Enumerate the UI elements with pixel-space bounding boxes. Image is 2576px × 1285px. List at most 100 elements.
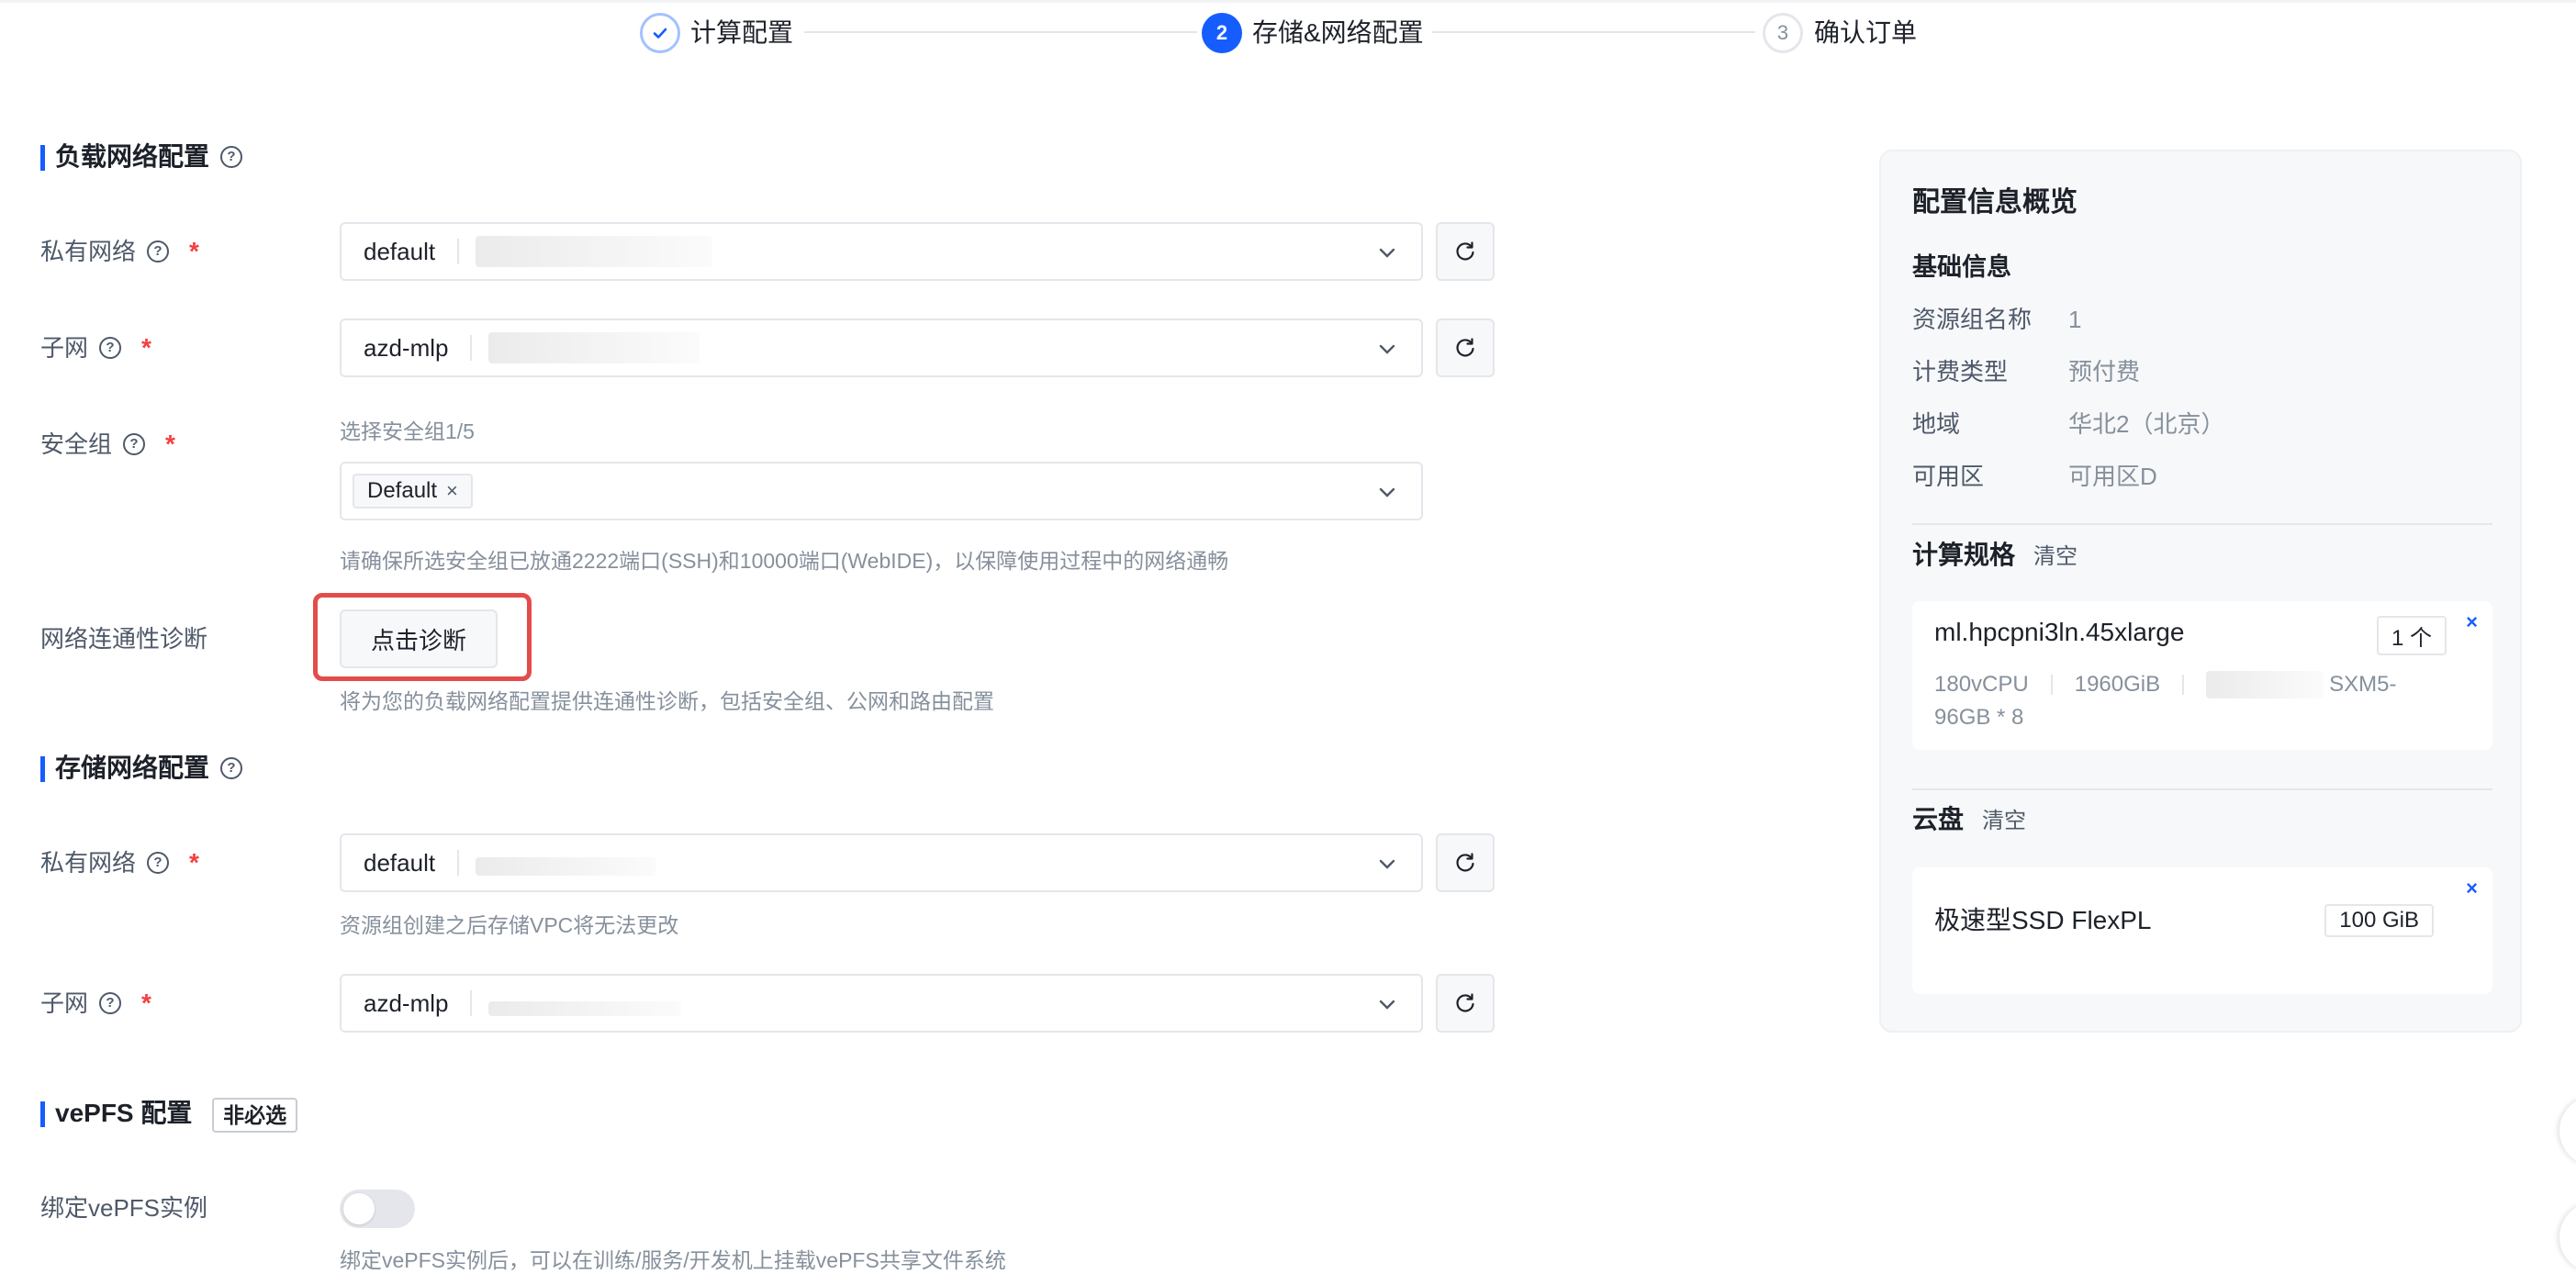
section-title-text: vePFS 配置 [55,1099,193,1127]
section-title-vepfs: vePFS 配置 非必选 [55,1095,298,1133]
redacted-subnet-id [488,332,700,363]
compute-spec-details: 180vCPU 1960GiB SXM5- [1934,669,2396,700]
help-circle-icon[interactable]: ? [220,146,243,168]
basic-info-title: 基础信息 [1912,253,2011,281]
security-group-tag: Default × [353,474,473,508]
section-accent-bar [40,1101,45,1127]
section-title-load-network: 负载网络配置 ? [55,139,243,175]
help-circle-icon[interactable]: ? [99,992,122,1014]
required-mark: * [189,848,199,877]
floating-side-button[interactable] [2559,1202,2576,1272]
help-circle-icon[interactable]: ? [147,240,170,263]
help-circle-icon[interactable]: ? [220,757,243,779]
redacted-subnet-id [488,1001,682,1016]
section-accent-bar [40,145,45,171]
step-2-index: 2 [1202,13,1242,53]
vpc-refresh-button[interactable] [1436,222,1495,281]
basic-key-billing: 计费类型 [1912,358,2009,386]
bind-vepfs-toggle[interactable] [340,1190,415,1228]
redacted-gpu-model [2206,671,2324,698]
value-separator [470,335,473,361]
label-text: 子网 [40,989,89,1017]
subnet-select-value: azd-mlp [364,333,449,362]
help-circle-icon[interactable]: ? [99,337,122,359]
storage-subnet-select[interactable]: azd-mlp [340,974,1423,1033]
storage-vpc-value: default [364,848,436,877]
field-label-storage-subnet: 子网 ? * [40,985,151,1022]
help-circle-icon[interactable]: ? [147,852,170,874]
compute-spec-name: ml.hpcpni3ln.45xlarge [1934,618,2185,646]
basic-value-name: 1 [2068,306,2082,333]
label-text: 私有网络 [40,849,137,877]
storage-vpc-hint: 资源组创建之后存储VPC将无法更改 [340,913,679,937]
basic-key-zone: 可用区 [1912,463,1985,490]
disk-size[interactable]: 100 GiB [2324,904,2434,937]
compute-clear-link[interactable]: 清空 [2033,544,2078,569]
compute-count[interactable]: 1 个 [2376,616,2447,655]
chevron-down-icon [1379,344,1395,354]
value-separator [457,239,460,264]
subnet-select[interactable]: azd-mlp [340,318,1423,377]
vpc-select-value: default [364,237,436,265]
toggle-knob [343,1193,375,1224]
step-3-label[interactable]: 确认订单 [1814,15,1917,51]
field-label-vpc: 私有网络 ? * [40,233,199,270]
vepfs-hint: 绑定vePFS实例后，可以在训练/服务/开发机上挂载vePFS共享文件系统 [340,1248,1006,1272]
diagnosis-hint: 将为您的负载网络配置提供连通性诊断，包括安全组、公网和路由配置 [340,689,994,713]
step-1-label[interactable]: 计算配置 [690,15,793,51]
value-separator [457,850,460,876]
subnet-refresh-button[interactable] [1436,318,1495,377]
highlight-annotation [313,593,532,681]
disk-type: 极速型SSD FlexPL [1934,906,2152,934]
label-text: 安全组 [40,430,113,458]
required-mark: * [141,333,151,362]
value-separator [470,990,473,1016]
section-accent-bar [40,756,45,782]
close-icon[interactable]: × [2466,877,2478,900]
basic-key-region: 地域 [1912,410,1961,438]
step-2-label[interactable]: 存储&网络配置 [1252,15,1424,51]
summary-title: 配置信息概览 [1912,187,2078,218]
label-text: 网络连通性诊断 [40,625,208,653]
storage-vpc-select[interactable]: default [340,833,1423,892]
label-text: 私有网络 [40,238,137,265]
required-mark: * [141,989,151,1017]
close-icon[interactable]: × [446,479,458,503]
divider [1912,788,2492,790]
disk-header: 云盘 清空 [1912,801,2026,840]
step-1-done-icon [640,13,680,53]
disk-clear-link[interactable]: 清空 [1982,809,2026,833]
security-group-hint: 请确保所选安全组已放通2222端口(SSH)和10000端口(WebIDE)，以… [340,549,1229,573]
compute-spec-card: ml.hpcpni3ln.45xlarge 1 个 × 180vCPU 1960… [1912,601,2492,750]
optional-badge: 非必选 [212,1097,298,1133]
redacted-vpc-id [476,236,713,267]
label-text: 绑定vePFS实例 [40,1194,208,1222]
chevron-down-icon [1379,1000,1395,1010]
gpu-line2: 96GB * 8 [1934,705,2024,730]
required-mark: * [165,430,175,458]
label-text: 子网 [40,334,89,362]
section-title-text: 存储网络配置 [55,754,210,782]
section-title-text: 负载网络配置 [55,142,210,171]
help-circle-icon[interactable]: ? [123,433,146,455]
basic-key-name: 资源组名称 [1912,306,2033,333]
refresh-icon [1456,853,1474,872]
step-connector-2 [1432,31,1755,33]
chevron-down-icon [1379,487,1395,497]
floating-side-button[interactable] [2559,1096,2576,1166]
detail-separator [2182,675,2185,695]
refresh-icon [1456,338,1474,357]
summary-panel: 配置信息概览 基础信息 资源组名称 1 计费类型 预付费 地域 华北2（北京） … [1879,150,2522,1033]
basic-value-zone: 可用区D [2068,463,2157,490]
storage-subnet-value: azd-mlp [364,989,449,1017]
section-title-storage-network: 存储网络配置 ? [55,750,243,787]
field-label-subnet: 子网 ? * [40,330,151,366]
security-group-select[interactable]: Default × [340,462,1423,520]
storage-vpc-refresh-button[interactable] [1436,833,1495,892]
step-3-index: 3 [1763,13,1803,53]
vpc-select[interactable]: default [340,222,1423,281]
close-icon[interactable]: × [2466,610,2478,634]
cpu-value: 180vCPU [1934,672,2029,697]
storage-subnet-refresh-button[interactable] [1436,974,1495,1033]
field-label-storage-vpc: 私有网络 ? * [40,844,199,881]
